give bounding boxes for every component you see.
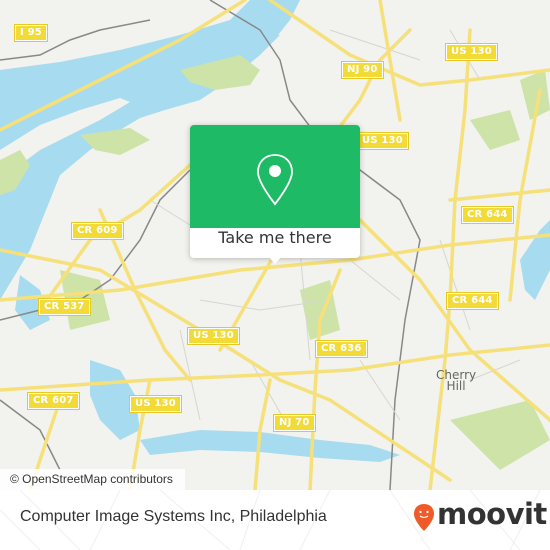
road	[448, 188, 550, 202]
location-pin-icon	[257, 154, 293, 206]
road-shield: I 95	[14, 24, 48, 42]
place-label-cherry-hill: Cherry Hill	[436, 368, 477, 393]
popup-header	[190, 125, 360, 228]
map[interactable]: I 95 US 130 NJ 90 US 130 CR 644 CR 609 C…	[0, 0, 550, 490]
rail-line	[0, 399, 61, 471]
road-shield: CR 636	[315, 340, 368, 358]
destination-popup: Take me there	[190, 125, 360, 264]
moovit-wordmark: moovit	[437, 497, 547, 531]
road-shield: CR 607	[27, 392, 80, 410]
road-shield: NJ 90	[341, 61, 384, 79]
road-shield: CR 609	[71, 222, 124, 240]
road-shield: CR 644	[461, 206, 514, 224]
road	[268, 0, 550, 87]
road-shield: US 130	[356, 132, 409, 150]
road-shield: US 130	[187, 327, 240, 345]
road-shield: US 130	[445, 43, 498, 61]
road-shield: CR 644	[446, 292, 499, 310]
river-water	[140, 430, 400, 462]
moovit-pin-icon	[414, 504, 434, 531]
park	[450, 400, 550, 470]
road-shield: NJ 70	[273, 414, 316, 432]
park	[470, 110, 520, 150]
road-shield: CR 537	[38, 298, 91, 316]
place-name: Computer Image Systems Inc, Philadelphia	[20, 508, 327, 525]
map-attribution[interactable]: © OpenStreetMap contributors	[0, 469, 185, 490]
road	[378, 0, 402, 122]
popup-tail	[268, 256, 282, 264]
road-shield: US 130	[129, 395, 182, 413]
river-water	[520, 220, 550, 300]
footer: Computer Image Systems Inc, Philadelphia…	[0, 490, 550, 550]
take-me-there-button[interactable]: Take me there	[190, 228, 360, 258]
